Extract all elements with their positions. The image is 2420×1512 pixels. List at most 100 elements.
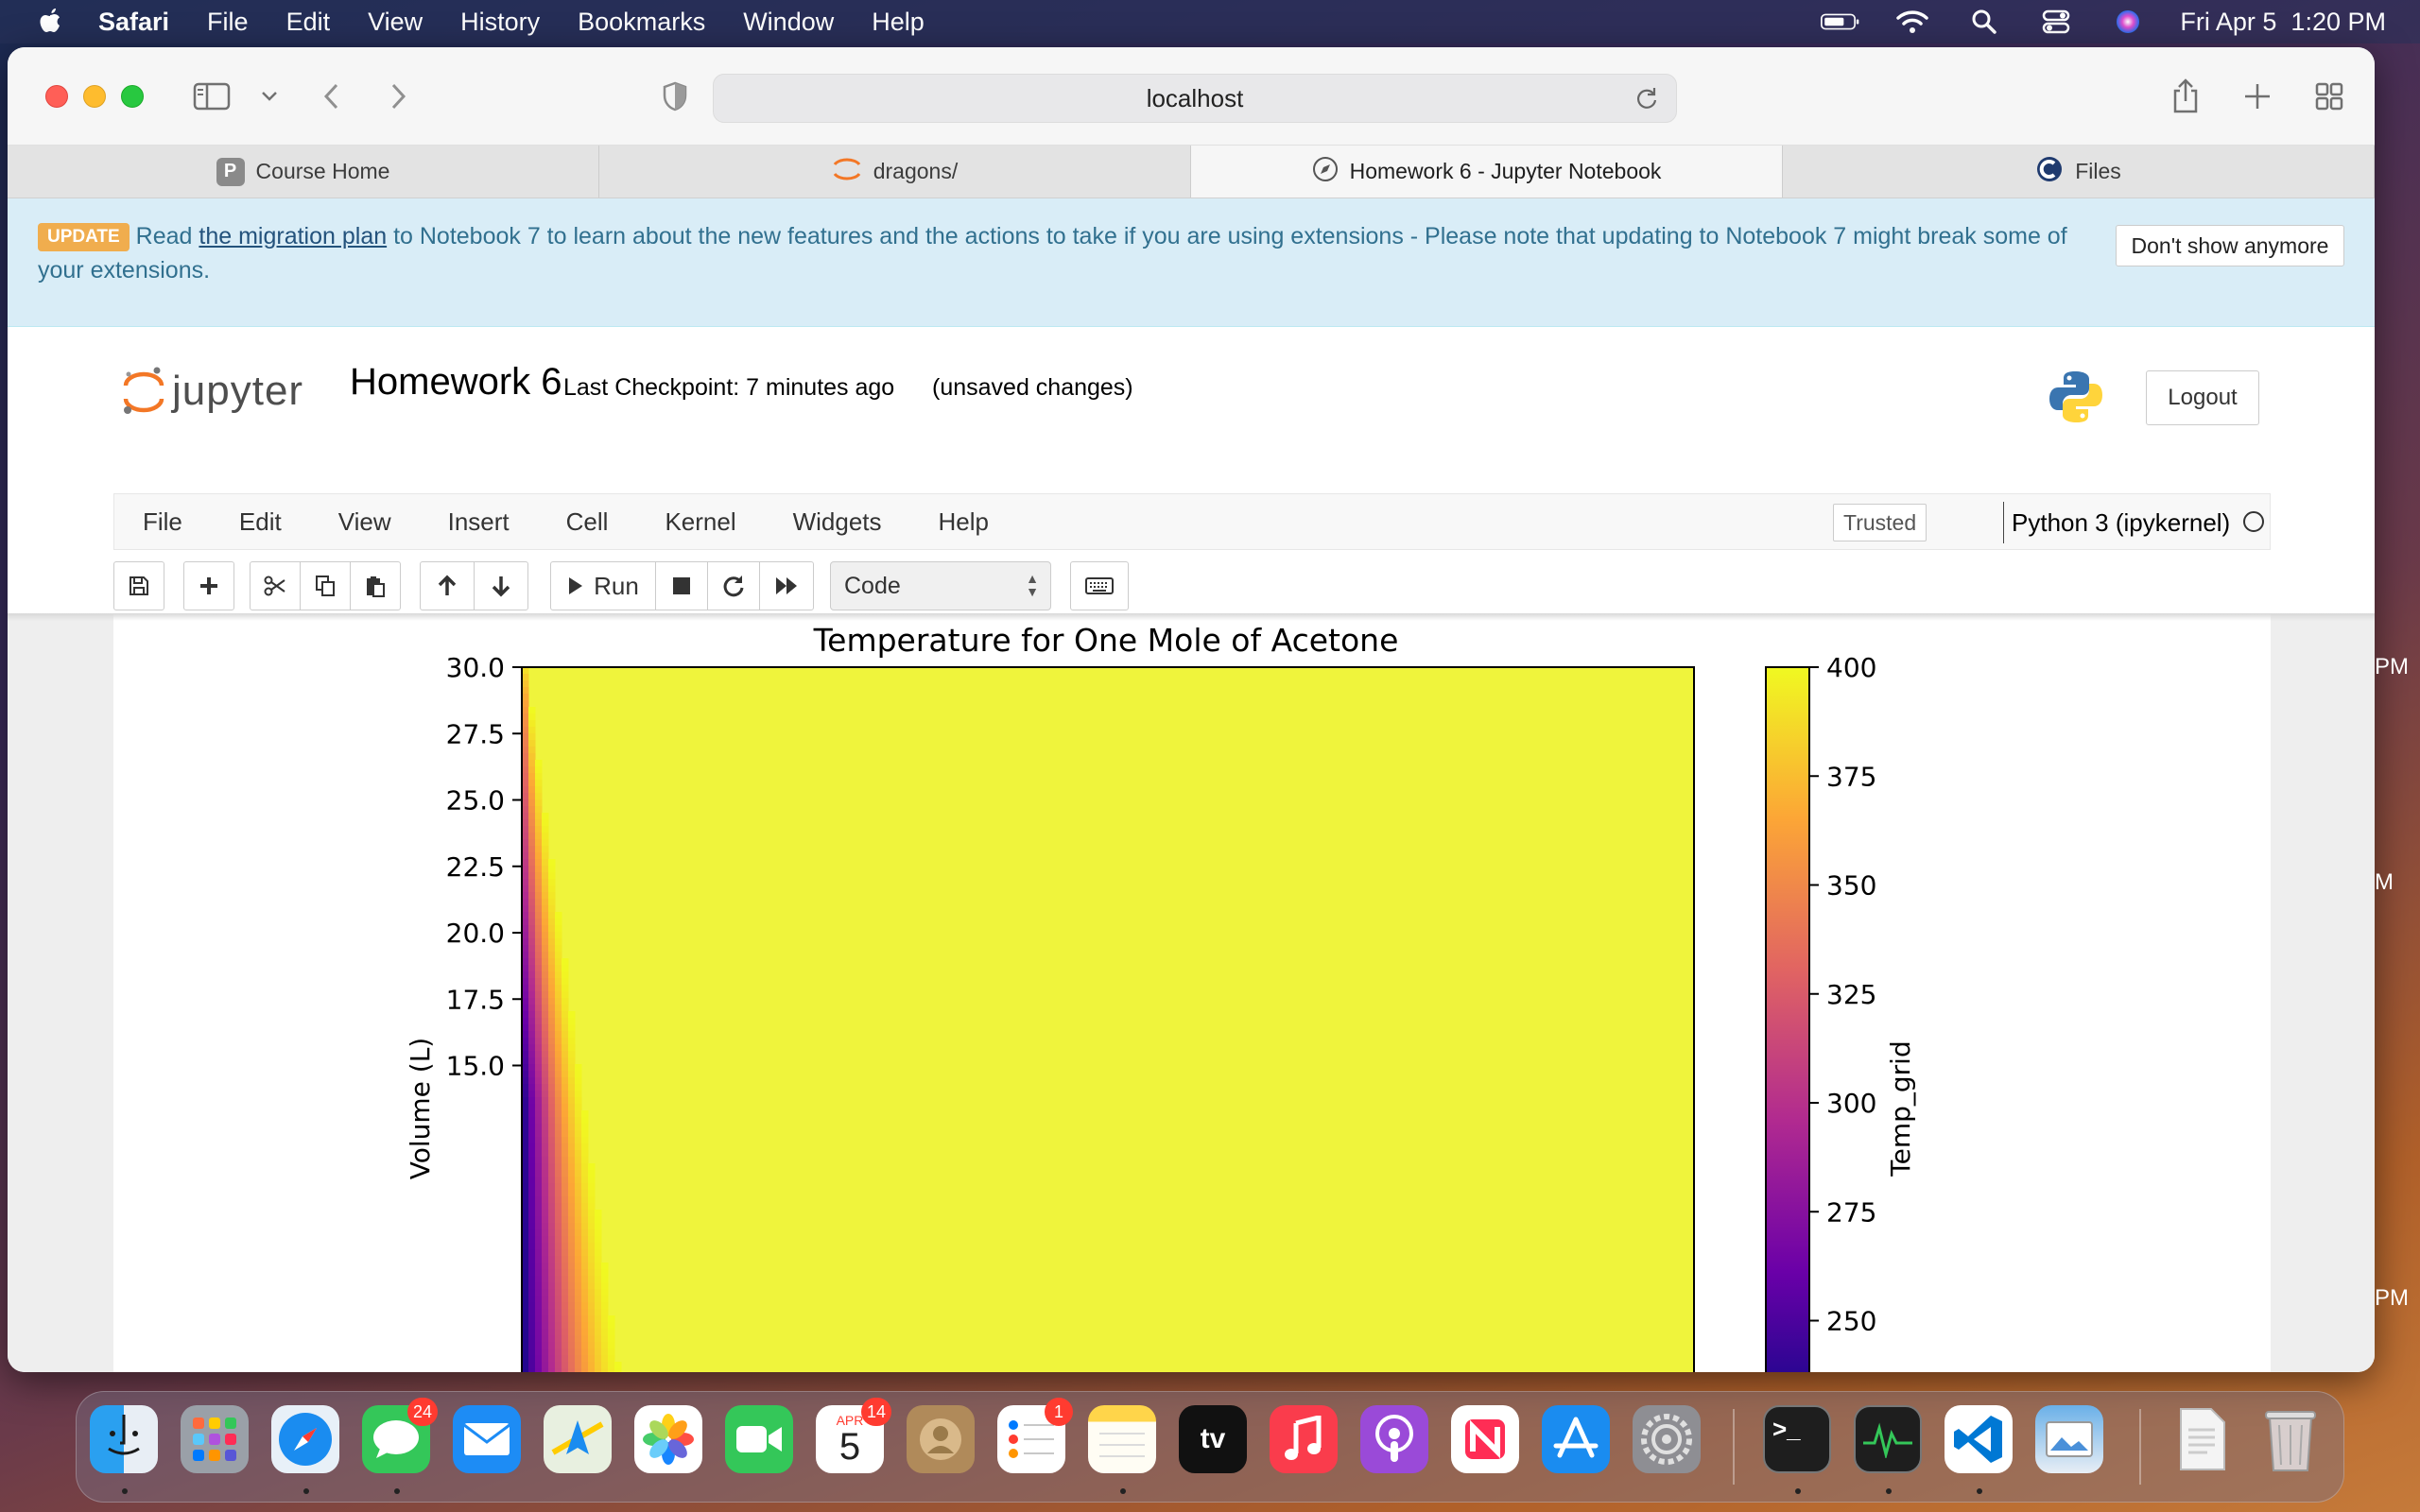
- trash-icon[interactable]: [2256, 1405, 2325, 1473]
- nb-menu-cell[interactable]: Cell: [566, 507, 609, 537]
- mail-icon[interactable]: [453, 1405, 521, 1473]
- restart-run-all-button[interactable]: [759, 561, 814, 610]
- cell-type-select[interactable]: Code ▲ ▼: [830, 561, 1051, 610]
- tab-overview-icon[interactable]: [2308, 76, 2350, 117]
- forward-button[interactable]: [380, 76, 418, 117]
- siri-icon[interactable]: [2108, 9, 2148, 34]
- privacy-shield-icon[interactable]: [656, 76, 694, 117]
- nb-menu-file[interactable]: File: [143, 507, 182, 537]
- heatmap-cell: [528, 1150, 536, 1158]
- logout-button[interactable]: Logout: [2146, 370, 2259, 425]
- dont-show-anymore-button[interactable]: Don't show anymore: [2116, 225, 2344, 266]
- menu-view[interactable]: View: [368, 8, 423, 37]
- apple-menu-icon[interactable]: [36, 6, 64, 38]
- save-button[interactable]: [113, 561, 164, 610]
- nb-menu-kernel[interactable]: Kernel: [665, 507, 735, 537]
- heatmap-cell: [528, 1309, 536, 1316]
- cut-button[interactable]: [250, 561, 301, 610]
- battery-icon[interactable]: [1821, 9, 1860, 34]
- insert-cell-button[interactable]: [183, 561, 234, 610]
- control-center-icon[interactable]: [2036, 9, 2076, 34]
- tab-files[interactable]: Files: [1783, 146, 2375, 198]
- run-label: Run: [594, 571, 639, 600]
- menubar-clock[interactable]: Fri Apr 5 1:20 PM: [2180, 8, 2386, 37]
- move-cell-down-button[interactable]: [474, 561, 528, 610]
- heatmap-cell: [548, 1368, 556, 1372]
- reminders-icon[interactable]: 1: [997, 1398, 1073, 1473]
- reload-icon[interactable]: [1634, 86, 1659, 117]
- music-icon[interactable]: [1270, 1405, 1338, 1473]
- jupyter-logo[interactable]: jupyter: [121, 365, 303, 418]
- copy-button[interactable]: [300, 561, 351, 610]
- spotlight-search-icon[interactable]: [1964, 9, 2004, 34]
- nb-menu-widgets[interactable]: Widgets: [793, 507, 882, 537]
- heatmap-cell: [555, 1190, 562, 1197]
- window-close-button[interactable]: [45, 85, 68, 108]
- vscode-icon[interactable]: [1945, 1405, 2013, 1473]
- heatmap-cell: [562, 1143, 569, 1151]
- kernel-name[interactable]: Python 3 (ipykernel): [2003, 502, 2230, 543]
- nb-menu-view[interactable]: View: [338, 507, 391, 537]
- system-preferences-icon[interactable]: [1633, 1405, 1701, 1473]
- menu-window[interactable]: Window: [743, 8, 834, 37]
- window-minimize-button[interactable]: [83, 85, 106, 108]
- nb-menu-insert[interactable]: Insert: [448, 507, 510, 537]
- notebook-scroll-area[interactable]: Temperature for One Mole of Acetone 30.0…: [8, 614, 2375, 1372]
- menu-app-name[interactable]: Safari: [98, 8, 169, 37]
- tab-course-home[interactable]: P Course Home: [8, 146, 599, 198]
- new-tab-plus-icon[interactable]: [2237, 76, 2278, 117]
- heatmap-cell: [522, 938, 529, 946]
- terminal-icon[interactable]: >_: [1763, 1405, 1831, 1473]
- chevron-down-icon[interactable]: [255, 76, 284, 117]
- app-store-icon[interactable]: [1542, 1405, 1610, 1473]
- restart-kernel-button[interactable]: [707, 561, 760, 610]
- facetime-icon[interactable]: [725, 1405, 793, 1473]
- paste-button[interactable]: [350, 561, 401, 610]
- window-zoom-button[interactable]: [121, 85, 144, 108]
- finder-icon[interactable]: [90, 1405, 158, 1473]
- downloads-stack-icon[interactable]: [2168, 1405, 2236, 1473]
- heatmap-cell: [555, 945, 562, 953]
- trusted-indicator[interactable]: Trusted: [1833, 504, 1927, 541]
- nb-menu-help[interactable]: Help: [939, 507, 989, 537]
- safari-icon[interactable]: [271, 1405, 339, 1473]
- heatmap-cell: [548, 1024, 556, 1032]
- menu-help[interactable]: Help: [872, 8, 925, 37]
- heatmap-cell: [562, 1124, 569, 1131]
- tab-dragons[interactable]: dragons/: [599, 146, 1191, 198]
- heatmap-cell: [555, 932, 562, 939]
- nb-menu-edit[interactable]: Edit: [239, 507, 282, 537]
- menu-bookmarks[interactable]: Bookmarks: [578, 8, 705, 37]
- move-cell-up-button[interactable]: [420, 561, 475, 610]
- sidebar-toggle-icon[interactable]: [189, 76, 234, 117]
- menu-edit[interactable]: Edit: [286, 8, 331, 37]
- migration-plan-link[interactable]: the migration plan: [199, 223, 387, 249]
- tab-homework-6[interactable]: Homework 6 - Jupyter Notebook: [1191, 146, 1783, 198]
- macos-menu-bar: Safari File Edit View History Bookmarks …: [0, 0, 2420, 43]
- notes-icon[interactable]: [1088, 1405, 1156, 1473]
- podcasts-icon[interactable]: [1360, 1405, 1428, 1473]
- notebook-title[interactable]: Homework 6: [350, 361, 562, 404]
- menu-file[interactable]: File: [207, 8, 249, 37]
- heatmap-axes: [522, 667, 1694, 1372]
- heatmap-cell: [595, 1342, 602, 1349]
- activity-monitor-icon[interactable]: [1854, 1405, 1922, 1473]
- address-bar[interactable]: localhost: [713, 74, 1677, 123]
- photos-icon[interactable]: [634, 1405, 702, 1473]
- messages-icon[interactable]: 24: [362, 1398, 438, 1473]
- menu-history[interactable]: History: [460, 8, 540, 37]
- maps-icon[interactable]: [544, 1405, 612, 1473]
- run-button[interactable]: Run: [550, 561, 656, 610]
- preview-icon[interactable]: [2035, 1405, 2103, 1473]
- launchpad-icon[interactable]: [181, 1405, 249, 1473]
- news-icon[interactable]: [1451, 1405, 1519, 1473]
- calendar-icon[interactable]: APR 5 14: [816, 1398, 891, 1473]
- wifi-icon[interactable]: [1893, 9, 1932, 34]
- share-icon[interactable]: [2165, 76, 2206, 117]
- interrupt-kernel-button[interactable]: [655, 561, 708, 610]
- contacts-icon[interactable]: [907, 1405, 975, 1473]
- back-button[interactable]: [312, 76, 350, 117]
- command-palette-button[interactable]: [1070, 561, 1129, 610]
- heatmap-cell: [562, 1150, 569, 1158]
- apple-tv-icon[interactable]: tv: [1179, 1405, 1247, 1473]
